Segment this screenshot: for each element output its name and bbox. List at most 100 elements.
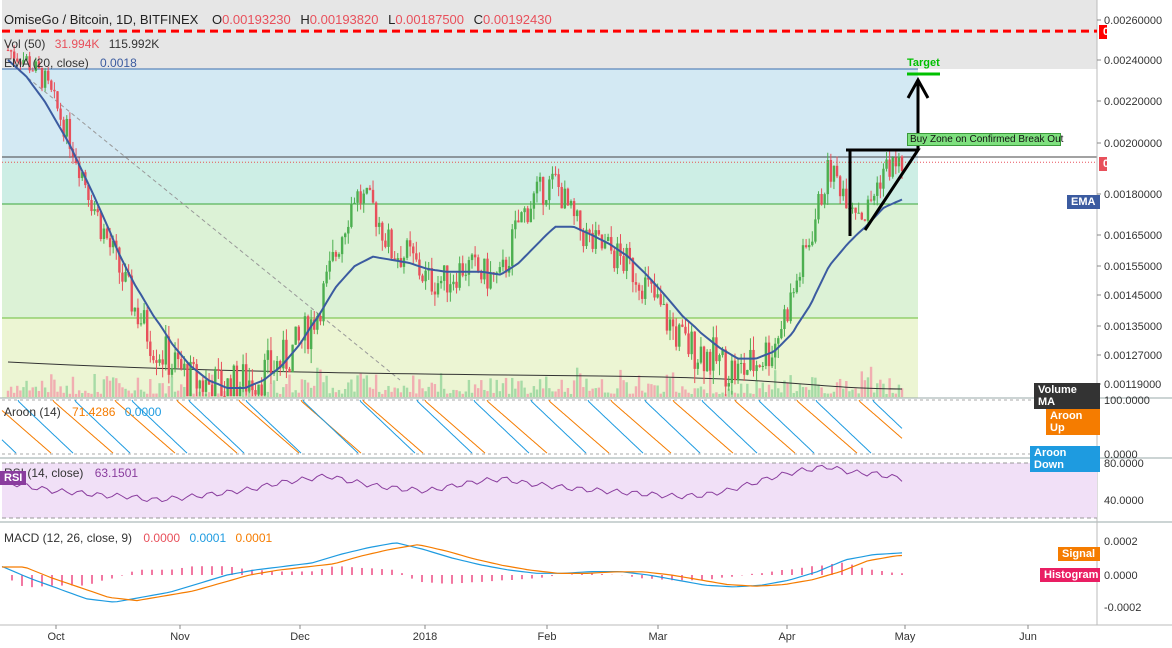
volume-bar [381,393,384,397]
volume-bar [37,390,41,397]
volume-bar [501,383,505,397]
volume-bar [297,392,300,397]
volume-bar [353,391,356,397]
volume-bar [535,389,539,397]
candle [554,173,557,175]
volume-bar [696,388,700,397]
candle [838,176,842,197]
candle [829,159,833,182]
ohlc-open-value: 0.00193230 [222,12,291,27]
volume-bar [563,391,567,397]
candle [789,292,792,322]
candle [442,265,446,281]
volume-ma-value: 115.992K [108,37,160,51]
candle [269,350,273,374]
volume-bar [328,393,331,397]
candle [96,209,99,213]
volume-bar [569,393,573,397]
volume-bar [105,376,109,397]
candle [526,208,529,223]
candle [201,380,205,392]
aroon-legend[interactable]: Aroon (14) 71.4286 0.0000 [4,405,161,419]
time-tick-label: Nov [170,631,190,643]
volume-bar [408,391,412,397]
volume-bar [77,390,81,397]
volume-bar [820,387,823,397]
volume-bar [102,379,106,397]
volume-bar [325,375,328,397]
ohlc-low-value: 0.00187500 [395,12,465,27]
volume-bar [446,393,449,397]
volume-bar [19,390,22,397]
candle [656,294,659,298]
volume-bar [71,376,75,397]
volume-bar [16,385,19,397]
candle [563,188,567,209]
volume-bar [814,377,817,397]
candle [105,228,109,239]
ohlc-high-label: H [300,12,310,27]
candle [730,360,734,384]
candle [343,233,347,238]
volume-bar [801,387,805,397]
volume-bar [291,392,294,397]
candle [161,359,164,365]
volume-bar [845,380,848,397]
candle [328,260,331,272]
candle [687,333,690,355]
ema-legend[interactable]: EMA (20, close) 0.0018 [4,56,137,70]
volume-bar [368,387,372,397]
volume-bar [9,386,13,397]
volume-bar [511,377,514,397]
volume-legend[interactable]: Vol (50) 31.994K 115.992K [4,37,159,51]
macd-value: 0.0000 [143,531,181,545]
candle [331,252,335,261]
candle [297,326,300,341]
volume-bar [541,388,545,397]
volume-bar [173,391,177,397]
candle [498,267,502,273]
chart-canvas[interactable]: 0.002600000.002400000.002200000.00200000… [0,0,1172,648]
volume-bar [331,387,335,397]
volume-bar [721,392,724,397]
candle [461,263,464,276]
candle [241,364,245,387]
volume-bar [671,372,675,397]
volume-bar [53,379,56,397]
volume-bar [87,392,90,397]
volume-bar [869,366,873,397]
macd-signal-line [2,544,903,602]
volume-bar [136,377,140,397]
volume-bar [514,388,517,397]
volume-bar [523,387,526,397]
candle [436,283,440,295]
candle [489,272,492,289]
candle [511,229,514,266]
candle [876,182,879,196]
symbol-title[interactable]: OmiseGo / Bitcoin, 1D, BITFINEX [4,12,198,27]
volume-bar [452,389,455,397]
candle [644,277,647,299]
volume-bar [47,392,50,397]
candle [557,174,560,187]
volume-bar [279,393,282,397]
aroon-label: Aroon (14) [4,405,61,419]
rsi-tick-label: 40.0000 [1104,495,1144,507]
volume-bar [644,392,647,397]
volume-bar [390,391,393,397]
volume-bar [610,393,613,397]
macd-tick-label: 0.0002 [1104,536,1138,548]
volume-bar [752,393,755,397]
candle [786,309,789,322]
volume-bar [681,386,684,397]
candle [322,283,325,322]
macd-tick-label: 0.0000 [1104,570,1138,582]
volume-bar [792,392,795,397]
volume-bar [807,389,811,397]
volume-bar [62,392,65,397]
candle [288,368,291,373]
volume-bar [399,392,403,397]
candle [900,156,904,171]
macd-legend[interactable]: MACD (12, 26, close, 9) 0.0000 0.0001 0.… [4,531,272,545]
volume-bar [647,383,650,397]
